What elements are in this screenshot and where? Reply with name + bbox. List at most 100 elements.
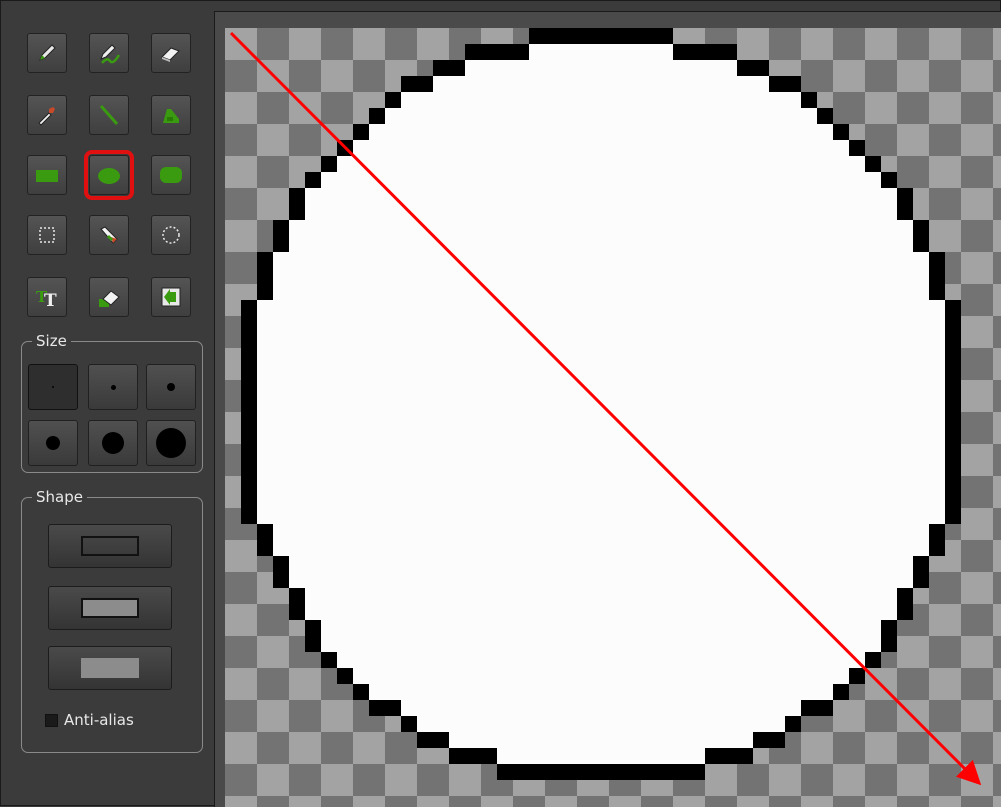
ellipse-outline-segment xyxy=(801,700,833,716)
rectangle-select-tool-button[interactable] xyxy=(27,215,67,255)
ellipse-fill-row xyxy=(289,188,913,204)
ellipse-outline-segment xyxy=(529,28,673,44)
ellipse-outline-segment xyxy=(241,348,257,364)
ellipse-fill-row xyxy=(305,620,897,636)
fill-tool-button[interactable] xyxy=(151,95,191,135)
import-icon xyxy=(161,287,181,307)
ellipse-fill-row xyxy=(241,444,961,460)
ellipse-outline-segment xyxy=(385,92,401,108)
ellipse-outline-segment xyxy=(417,732,449,748)
ellipse-tool-button[interactable] xyxy=(84,150,134,200)
ellipse-fill-row xyxy=(241,508,961,524)
ellipse-outline-segment xyxy=(849,140,865,156)
ellipse-outline-segment xyxy=(401,76,433,92)
ellipse-fill-row xyxy=(241,476,961,492)
anti-alias-option[interactable]: Anti-alias xyxy=(45,711,134,729)
ellipse-outline-segment xyxy=(737,60,769,76)
ellipse-outline-segment xyxy=(257,284,273,300)
ellipse-fill-row xyxy=(353,124,849,140)
anti-alias-checkbox[interactable] xyxy=(45,713,58,727)
ellipse-fill-row xyxy=(369,108,833,124)
shape-legend: Shape xyxy=(32,488,87,506)
ellipse-outline-segment xyxy=(257,252,273,268)
rectangle-tool-button[interactable] xyxy=(27,155,67,195)
size-4-button[interactable] xyxy=(28,420,78,466)
ellipse-outline-segment xyxy=(321,652,337,668)
ellipse-outline-segment xyxy=(913,220,929,236)
eraser-tool-button[interactable] xyxy=(151,33,191,73)
ellipse-outline-segment xyxy=(337,140,353,156)
ellipse-outline-segment xyxy=(945,492,961,508)
outline-preview-icon xyxy=(81,536,139,556)
size-3-button[interactable] xyxy=(146,364,196,410)
size-6-button[interactable] xyxy=(146,420,196,466)
color-picker-tool-button[interactable] xyxy=(27,95,67,135)
ellipse-outline-segment xyxy=(897,204,913,220)
eraser-brush-tool-button[interactable] xyxy=(89,277,129,317)
line-tool-button[interactable] xyxy=(89,95,129,135)
ellipse-outline-segment xyxy=(753,732,785,748)
ellipse-outline-segment xyxy=(833,124,849,140)
outline-fill-preview-icon xyxy=(81,598,139,618)
ellipse-outline-segment xyxy=(881,620,897,636)
ellipse-outline-segment xyxy=(785,716,801,732)
svg-text:T: T xyxy=(44,291,57,311)
ellipse-outline-segment xyxy=(241,396,257,412)
ellipse-select-icon xyxy=(162,226,180,244)
ellipse-outline-segment xyxy=(945,380,961,396)
ellipse-fill-row xyxy=(257,524,945,540)
ellipse-outline-segment xyxy=(897,588,913,604)
ellipse-outline-segment xyxy=(929,268,945,284)
ellipse-fill-row xyxy=(369,700,833,716)
ellipse-outline-segment xyxy=(257,524,273,540)
shape-outline-fill-button[interactable] xyxy=(48,586,172,630)
pencil-icon xyxy=(39,44,56,61)
ellipse-fill-row xyxy=(353,684,849,700)
anti-alias-label: Anti-alias xyxy=(64,711,134,729)
size-1-button[interactable] xyxy=(28,364,78,410)
ellipse-select-tool-button[interactable] xyxy=(151,215,191,255)
ellipse-outline-segment xyxy=(289,204,305,220)
size-5-button[interactable] xyxy=(88,420,138,466)
size-group: Size xyxy=(21,332,203,473)
ellipse-outline-segment xyxy=(945,300,961,316)
ellipse-outline-segment xyxy=(833,684,849,700)
drawing-canvas[interactable] xyxy=(225,28,1001,807)
ellipse-fill-row xyxy=(273,572,929,588)
ellipse-outline-segment xyxy=(929,540,945,556)
ellipse-outline-segment xyxy=(289,188,305,204)
text-icon: T T xyxy=(36,288,57,311)
eraser-brush-icon xyxy=(99,290,120,307)
ellipse-outline-segment xyxy=(241,476,257,492)
ellipse-outline-segment xyxy=(769,76,801,92)
ellipse-outline-segment xyxy=(945,316,961,332)
ellipse-outline-segment xyxy=(289,588,305,604)
size-2-button[interactable] xyxy=(88,364,138,410)
fill-preview-icon xyxy=(81,658,139,678)
drawn-ellipse xyxy=(241,28,961,780)
ellipse-outline-segment xyxy=(945,364,961,380)
ellipse-fill-row xyxy=(241,364,961,380)
ellipse-fill-row xyxy=(257,252,945,268)
ellipse-outline-segment xyxy=(449,748,497,764)
ellipse-fill-row xyxy=(241,492,961,508)
ellipse-outline-segment xyxy=(241,332,257,348)
ellipse-fill-row xyxy=(241,316,961,332)
ellipse-fill-row xyxy=(289,588,913,604)
ellipse-outline-segment xyxy=(945,460,961,476)
text-tool-button[interactable]: T T xyxy=(27,277,67,317)
ellipse-fill-row xyxy=(337,668,865,684)
ellipse-fill-row xyxy=(321,652,881,668)
shape-outline-button[interactable] xyxy=(48,524,172,568)
pencil-tool-button[interactable] xyxy=(27,33,67,73)
magic-wand-tool-button[interactable] xyxy=(89,215,129,255)
shape-fill-button[interactable] xyxy=(48,646,172,690)
ellipse-fill-row xyxy=(305,172,897,188)
ellipse-outline-segment xyxy=(897,604,913,620)
import-tool-button[interactable] xyxy=(151,277,191,317)
size-dot-icon xyxy=(52,386,54,388)
size-dot-icon xyxy=(110,384,116,390)
size-dot-icon xyxy=(102,432,124,454)
rounded-rectangle-tool-button[interactable] xyxy=(151,155,191,195)
color-replace-tool-button[interactable] xyxy=(89,33,129,73)
